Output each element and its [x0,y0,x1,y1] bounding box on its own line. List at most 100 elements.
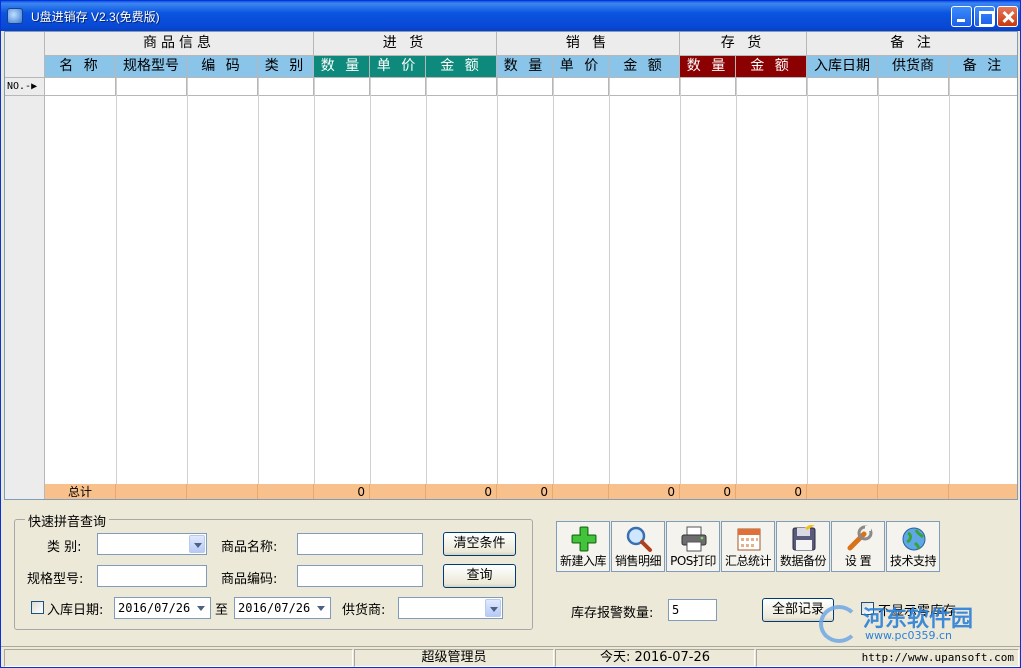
row-marker[interactable]: NO.-▶ [5,78,45,96]
supplier-select[interactable] [398,597,503,619]
column-header-in-qty[interactable]: 数 量 [314,56,370,78]
status-panel-empty [4,649,353,667]
table-cell[interactable] [116,78,187,96]
column-divider [609,78,610,484]
tool-label: 销售明细 [614,554,662,568]
inventory-grid[interactable]: 商品信息 进 货 销 售 存 货 备 注 名 称 规格型号 编 码 类 别 数 … [4,31,1018,500]
site-watermark: 河东软件园 www.pc0359.cn [819,599,1019,645]
column-divider [116,78,117,484]
printer-icon [681,526,707,552]
column-divider [370,78,371,484]
column-header-in-price[interactable]: 单 价 [370,56,426,78]
category-select[interactable] [97,533,207,555]
stock-alert-label: 库存报警数量: [571,606,654,621]
total-stock-qty: 0 [680,484,736,499]
table-cell[interactable] [258,78,314,96]
chevron-down-icon[interactable] [193,599,209,617]
totals-row-header [5,484,45,499]
tool-label: 设 置 [844,554,872,568]
date-to-picker[interactable]: 2016/07/26 [234,597,331,619]
table-cell[interactable] [187,78,258,96]
column-header-in-amount[interactable]: 金 额 [426,56,497,78]
row-header-column [5,96,45,484]
table-cell[interactable] [807,78,878,96]
clear-conditions-button[interactable]: 清空条件 [443,532,516,556]
main-toolbar: 新建入库 销售明细 POS打印 汇总统计 数据备份 设 置 技术支持 [556,521,942,572]
column-header-supplier[interactable]: 供货商 [878,56,949,78]
search-button[interactable]: 查询 [443,564,516,588]
column-header-spec[interactable]: 规格型号 [116,56,187,78]
group-header-remarks: 备 注 [807,32,1017,56]
table-cell[interactable] [553,78,609,96]
column-header-remarks[interactable]: 备 注 [949,56,1017,78]
title-bar[interactable]: U盘进销存 V2.3(免费版) [1,1,1020,31]
totals-cell [370,484,426,499]
tool-label: 数据备份 [779,554,827,568]
column-header-sale-qty[interactable]: 数 量 [497,56,553,78]
column-header-stock-qty[interactable]: 数 量 [680,56,736,78]
watermark-logo-icon [819,605,859,643]
column-header-sale-price[interactable]: 单 价 [553,56,609,78]
status-url[interactable]: http://www.upansoft.com [756,649,1019,667]
table-cell[interactable] [736,78,807,96]
maximize-button[interactable] [974,6,995,27]
stock-alert-input[interactable]: 5 [668,599,717,621]
product-name-label: 商品名称: [221,540,278,555]
grid-corner [5,32,45,78]
date-from-picker[interactable]: 2016/07/26 [114,597,211,619]
sales-detail-button[interactable]: 销售明细 [611,521,665,572]
status-bar: 超级管理员 今天: 2016-07-26 http://www.upansoft… [1,646,1020,667]
tool-label: 汇总统计 [724,554,772,568]
date-to-value: 2016/07/26 [238,601,311,615]
product-code-label: 商品编码: [221,572,278,587]
column-divider [736,78,737,484]
totals-cell [807,484,878,499]
tech-support-button[interactable]: 技术支持 [886,521,940,572]
app-window: U盘进销存 V2.3(免费版) 商品信息 进 货 销 售 存 货 备 注 名 称… [0,0,1021,668]
product-name-input[interactable] [297,533,423,555]
table-cell[interactable] [680,78,736,96]
group-header-product-info: 商品信息 [45,32,314,56]
data-backup-button[interactable]: 数据备份 [776,521,830,572]
chevron-down-icon[interactable] [485,599,501,617]
pos-print-button[interactable]: POS打印 [666,521,720,572]
status-today: 今天: 2016-07-26 [555,649,755,667]
tool-label: 技术支持 [889,554,937,568]
table-cell[interactable] [949,78,1017,96]
settings-button[interactable]: 设 置 [831,521,885,572]
column-header-in-date[interactable]: 入库日期 [807,56,878,78]
column-header-code[interactable]: 编 码 [187,56,258,78]
supplier-label: 供货商: [342,603,386,618]
table-cell[interactable] [45,78,116,96]
summary-stats-button[interactable]: 汇总统计 [721,521,775,572]
table-cell[interactable] [497,78,553,96]
column-header-category[interactable]: 类 别 [258,56,314,78]
totals-cell [949,484,1017,499]
close-button[interactable] [997,6,1018,27]
table-cell[interactable] [370,78,426,96]
totals-cell [878,484,949,499]
quick-query-legend: 快速拼音查询 [25,511,110,530]
chevron-down-icon[interactable] [313,599,329,617]
plus-icon [571,526,597,552]
column-header-stock-amount[interactable]: 金 额 [736,56,807,78]
column-divider [497,78,498,484]
in-date-label: 入库日期: [47,603,104,618]
table-cell[interactable] [426,78,497,96]
new-stock-in-button[interactable]: 新建入库 [556,521,610,572]
in-date-checkbox[interactable] [31,601,44,614]
product-code-input[interactable] [297,565,423,587]
minimize-button[interactable] [951,6,972,27]
total-sale-qty: 0 [497,484,553,499]
column-divider [187,78,188,484]
table-cell[interactable] [314,78,370,96]
spec-input[interactable] [97,565,207,587]
column-header-name[interactable]: 名 称 [45,56,116,78]
group-header-stock: 存 货 [680,32,807,56]
table-cell[interactable] [878,78,949,96]
column-header-sale-amount[interactable]: 金 额 [609,56,680,78]
magnifier-icon [626,526,652,552]
chevron-down-icon[interactable] [189,535,205,553]
window-title: U盘进销存 V2.3(免费版) [31,10,160,24]
table-cell[interactable] [609,78,680,96]
